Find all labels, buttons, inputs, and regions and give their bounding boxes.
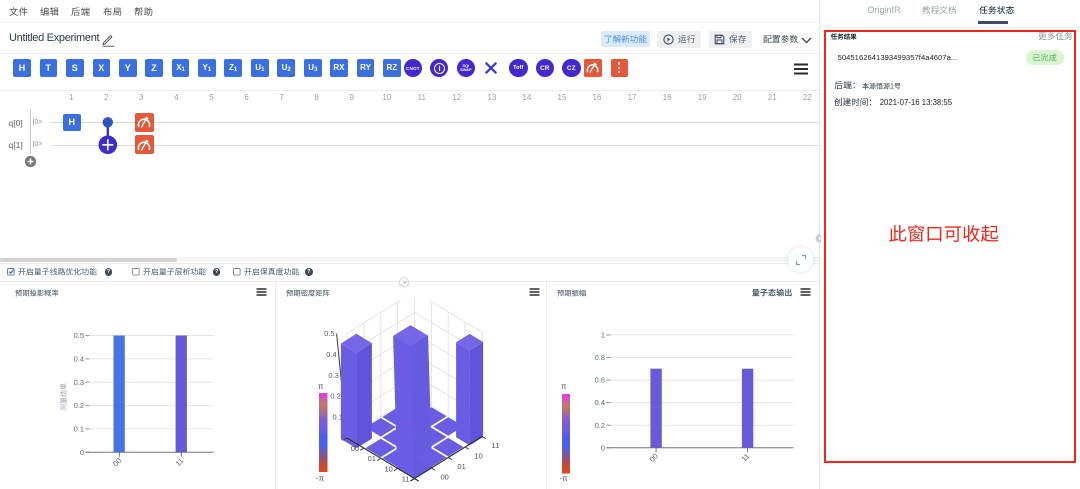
svg-text:11: 11 (402, 474, 410, 483)
svg-text:0.2: 0.2 (595, 421, 605, 430)
svg-text:0.4: 0.4 (326, 350, 336, 359)
svg-text:01: 01 (368, 454, 376, 463)
svg-text:10: 10 (474, 452, 482, 461)
svg-text:11: 11 (740, 452, 752, 464)
svg-text:0.3: 0.3 (328, 371, 338, 380)
svg-text:0: 0 (601, 443, 605, 452)
svg-text:0.3: 0.3 (74, 378, 84, 387)
svg-text:0.2: 0.2 (330, 392, 340, 401)
svg-text:0.1: 0.1 (332, 413, 342, 422)
svg-text:10: 10 (385, 464, 393, 473)
svg-text:0.6: 0.6 (595, 376, 605, 385)
svg-text:00: 00 (351, 444, 359, 453)
svg-text:00: 00 (648, 452, 660, 464)
svg-text:11: 11 (492, 441, 500, 450)
svg-text:00: 00 (111, 456, 123, 468)
svg-text:0.4: 0.4 (595, 398, 605, 407)
svg-text:0.8: 0.8 (595, 353, 605, 362)
svg-text:01: 01 (457, 462, 465, 471)
svg-text:00: 00 (441, 473, 449, 482)
svg-text:0.1: 0.1 (74, 425, 84, 434)
svg-text:11: 11 (174, 456, 186, 468)
svg-text:1: 1 (601, 331, 605, 340)
svg-text:0.5: 0.5 (324, 329, 334, 338)
svg-text:0.4: 0.4 (74, 355, 84, 364)
svg-text:0.2: 0.2 (74, 401, 84, 410)
svg-text:0.5: 0.5 (74, 331, 84, 340)
svg-text:0: 0 (341, 433, 345, 442)
svg-text:0: 0 (80, 448, 84, 457)
